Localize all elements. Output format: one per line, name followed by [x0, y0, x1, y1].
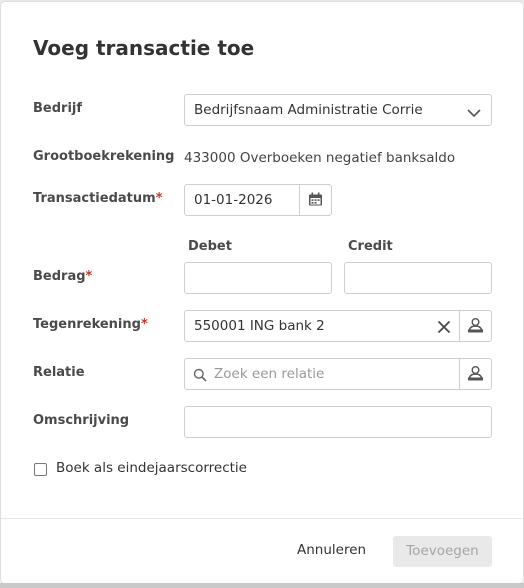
credit-column-label: Credit [348, 239, 393, 254]
debet-column-label: Debet [188, 239, 232, 254]
relatie-label: Relatie [33, 365, 85, 380]
transactiedatum-label: Transactiedatum* [33, 191, 163, 206]
bedrag-label: Bedrag* [33, 269, 93, 284]
required-marker: * [155, 191, 163, 206]
dialog-title: Voeg transactie toe [33, 36, 255, 60]
tegenrekening-label: Tegenrekening* [33, 317, 148, 332]
credit-input[interactable] [344, 262, 492, 294]
background-page-bottom [0, 583, 524, 588]
omschrijving-input[interactable] [184, 406, 492, 438]
person-picker-icon [468, 366, 483, 381]
clear-icon[interactable] [437, 319, 451, 338]
debet-input[interactable] [184, 262, 332, 294]
transactiedatum-value: 01-01-2026 [194, 192, 273, 208]
tegenrekening-picker-button[interactable] [459, 311, 491, 341]
required-marker: * [85, 269, 93, 284]
grootboek-label: Grootboekrekening [33, 149, 175, 164]
eindejaarscorrectie-checkbox[interactable] [34, 463, 47, 476]
required-marker: * [140, 317, 148, 332]
omschrijving-label: Omschrijving [33, 413, 130, 428]
add-button[interactable]: Toevoegen [393, 536, 492, 567]
calendar-button[interactable] [299, 185, 331, 215]
person-picker-icon [468, 318, 483, 333]
relatie-search-input[interactable]: Zoek een relatie [184, 358, 492, 390]
bedrijf-selected-value: Bedrijfsnaam Administratie Corrie [194, 102, 423, 118]
tegenrekening-value: 550001 ING bank 2 [194, 318, 325, 334]
search-icon [193, 367, 207, 386]
cancel-button[interactable]: Annuleren [297, 542, 366, 558]
eindejaarscorrectie-label[interactable]: Boek als eindejaarscorrectie [56, 460, 247, 476]
bedrijf-label: Bedrijf [33, 101, 83, 116]
calendar-icon [309, 192, 322, 206]
relatie-picker-button[interactable] [459, 359, 491, 389]
add-transaction-dialog: Voeg transactie toe Bedrijf Bedrijfsnaam… [1, 2, 523, 583]
transactiedatum-input[interactable]: 01-01-2026 [184, 184, 332, 216]
footer-divider [1, 518, 523, 519]
bedrijf-select[interactable]: Bedrijfsnaam Administratie Corrie [184, 94, 492, 126]
chevron-down-icon [467, 104, 481, 123]
tegenrekening-input[interactable]: 550001 ING bank 2 [184, 310, 492, 342]
grootboek-value: 433000 Overboeken negatief banksaldo [184, 150, 456, 166]
relatie-placeholder: Zoek een relatie [214, 366, 325, 382]
